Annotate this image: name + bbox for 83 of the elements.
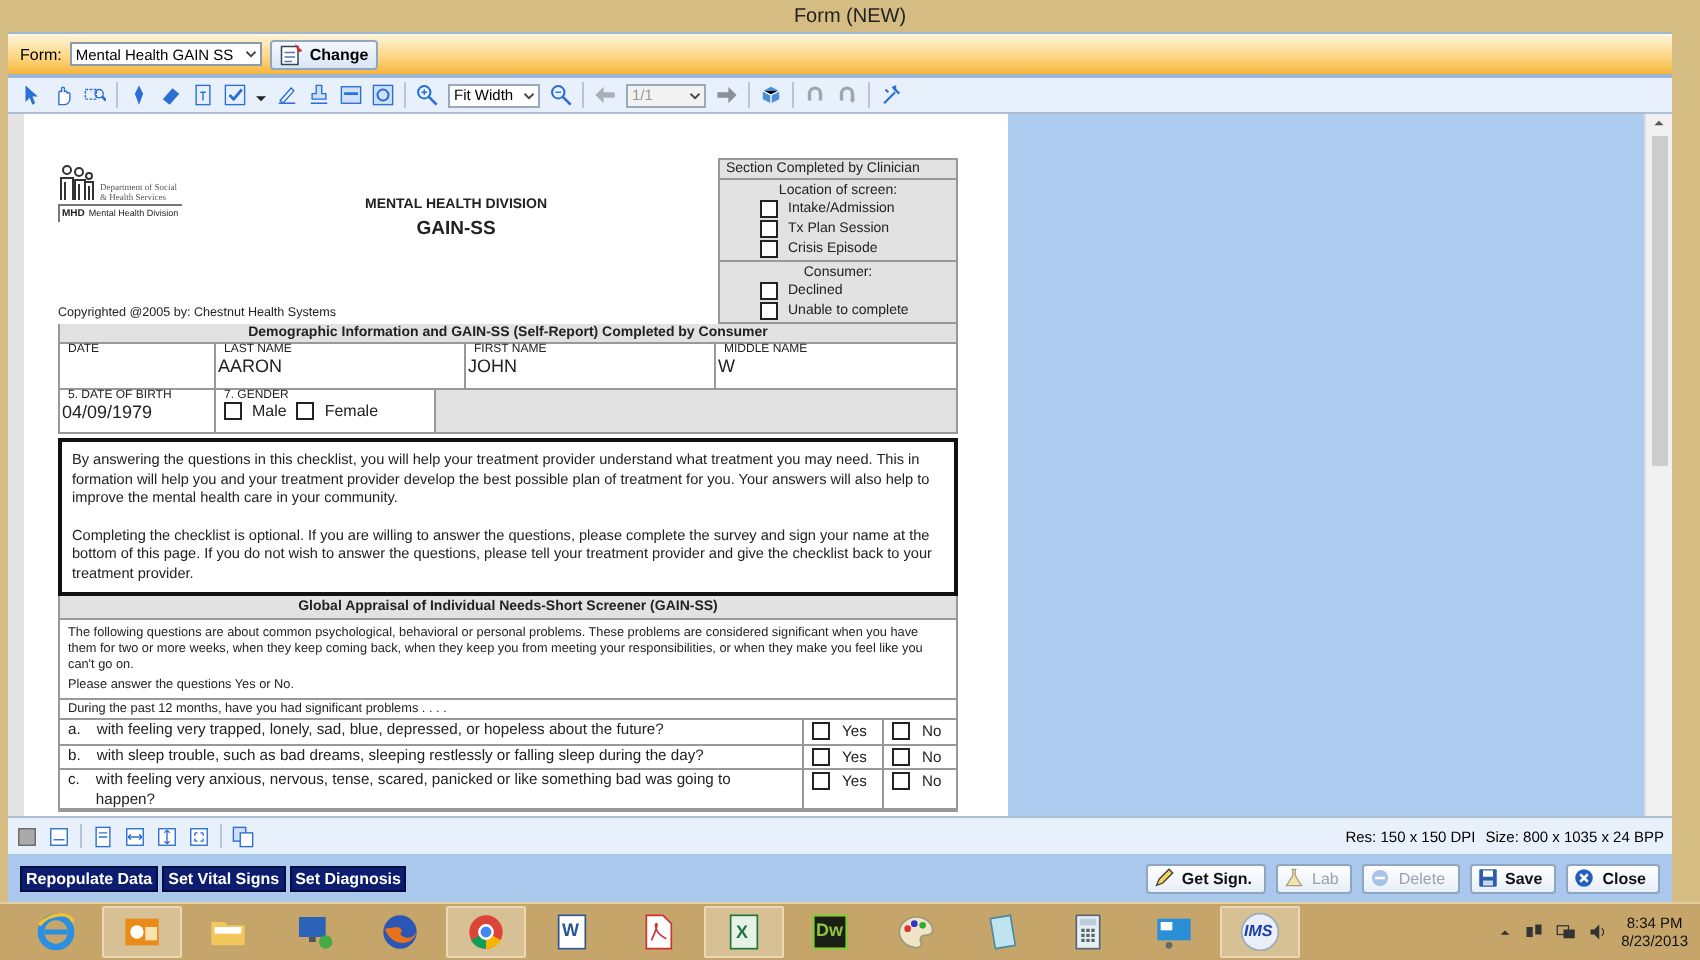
window-title: Form (NEW) — [793, 5, 907, 27]
zoom-out-icon[interactable] — [550, 84, 572, 106]
change-button[interactable]: Change — [269, 39, 379, 69]
speaker-icon[interactable] — [1587, 922, 1608, 942]
stamp-icon[interactable] — [308, 84, 330, 106]
checkbox[interactable] — [760, 282, 778, 300]
checkbox[interactable] — [296, 402, 315, 420]
taskbar-button[interactable]: Dw — [790, 906, 870, 958]
globe-icon — [380, 912, 420, 952]
chevron-up-icon[interactable] — [1497, 925, 1512, 939]
zoom-in-icon[interactable] — [416, 84, 438, 106]
app-letters: IMS — [1244, 922, 1273, 940]
text-field-icon[interactable] — [192, 84, 214, 106]
fit-width-icon[interactable] — [124, 825, 146, 847]
pointer-icon[interactable] — [20, 84, 42, 106]
checkbox[interactable] — [224, 402, 242, 420]
document-icon — [552, 912, 592, 952]
checkbox[interactable] — [812, 772, 830, 791]
checkbox[interactable] — [892, 722, 910, 741]
checkbox[interactable] — [760, 200, 778, 218]
checkbox[interactable] — [812, 722, 830, 741]
circle-tool-icon[interactable] — [372, 84, 394, 106]
app-letters: Dw — [816, 920, 843, 940]
browser-icon — [36, 912, 76, 952]
eraser-icon[interactable] — [160, 84, 182, 106]
actual-size-icon[interactable] — [188, 825, 210, 847]
hand-icon[interactable] — [52, 84, 74, 106]
round-logo-icon — [466, 912, 506, 952]
pen-icon — [1153, 868, 1174, 888]
form-label: Form: — [20, 45, 62, 63]
option-label: Male — [252, 402, 287, 420]
checkbox[interactable] — [812, 747, 830, 766]
taskbar-button[interactable] — [446, 906, 526, 958]
form-field-icon[interactable] — [340, 84, 362, 106]
zoom-area-icon[interactable] — [84, 84, 106, 106]
action-button[interactable]: Close — [1566, 863, 1660, 893]
form-title: GAIN-SS — [414, 218, 498, 240]
checkbox[interactable] — [760, 240, 778, 258]
taskbar-button[interactable]: X — [704, 906, 784, 958]
field-value: AARON — [218, 356, 285, 376]
network-icon[interactable] — [1523, 922, 1544, 942]
cube-icon[interactable] — [760, 84, 782, 106]
spreadsheet-icon — [724, 912, 764, 952]
signature-icon[interactable] — [276, 84, 298, 106]
field-value: 04/09/1979 — [62, 402, 155, 422]
action-link[interactable]: Repopulate Data — [20, 865, 159, 891]
checkbox[interactable] — [760, 302, 778, 320]
fit-page-icon[interactable] — [92, 825, 114, 847]
app-letters: X — [736, 922, 749, 942]
scrollbar-thumb[interactable] — [1651, 136, 1667, 466]
field-value: JOHN — [468, 356, 519, 376]
checkbox[interactable] — [760, 220, 778, 238]
field-value: W — [718, 356, 737, 376]
taskbar-button[interactable]: W — [532, 906, 612, 958]
taskbar-button[interactable] — [102, 906, 182, 958]
save-icon — [1477, 868, 1498, 888]
form-edit-icon — [279, 42, 304, 66]
action-link[interactable]: Set Diagnosis — [289, 865, 407, 891]
app-letters: W — [562, 920, 579, 940]
next-page-icon[interactable] — [716, 84, 738, 106]
single-page-icon[interactable] — [16, 825, 38, 847]
checkbox[interactable] — [892, 772, 910, 791]
minus-icon — [1370, 868, 1391, 888]
close-icon — [1574, 868, 1595, 888]
family-figures-icon — [58, 164, 96, 202]
tools-icon[interactable] — [880, 84, 902, 106]
page-width-icon[interactable] — [48, 825, 70, 847]
fit-height-icon[interactable] — [156, 825, 178, 847]
palette-icon — [896, 912, 936, 952]
monitor-icon — [294, 912, 334, 952]
connection-icon[interactable] — [1555, 922, 1576, 942]
taskbar-button[interactable]: IMS — [1220, 906, 1300, 958]
copy-pages-icon[interactable] — [232, 825, 254, 847]
app-logo-icon — [1240, 912, 1280, 952]
option-label: Female — [324, 402, 379, 420]
flask-icon — [1284, 868, 1305, 888]
action-link[interactable]: Set Vital Signs — [162, 865, 286, 891]
checkbox[interactable] — [892, 747, 910, 766]
scrollbar[interactable] — [1644, 114, 1672, 816]
checkbox-tool-icon[interactable] — [224, 84, 246, 106]
square-logo-icon — [810, 912, 850, 952]
action-button[interactable]: Save — [1469, 863, 1557, 893]
action-button[interactable]: Get Sign. — [1145, 863, 1267, 893]
